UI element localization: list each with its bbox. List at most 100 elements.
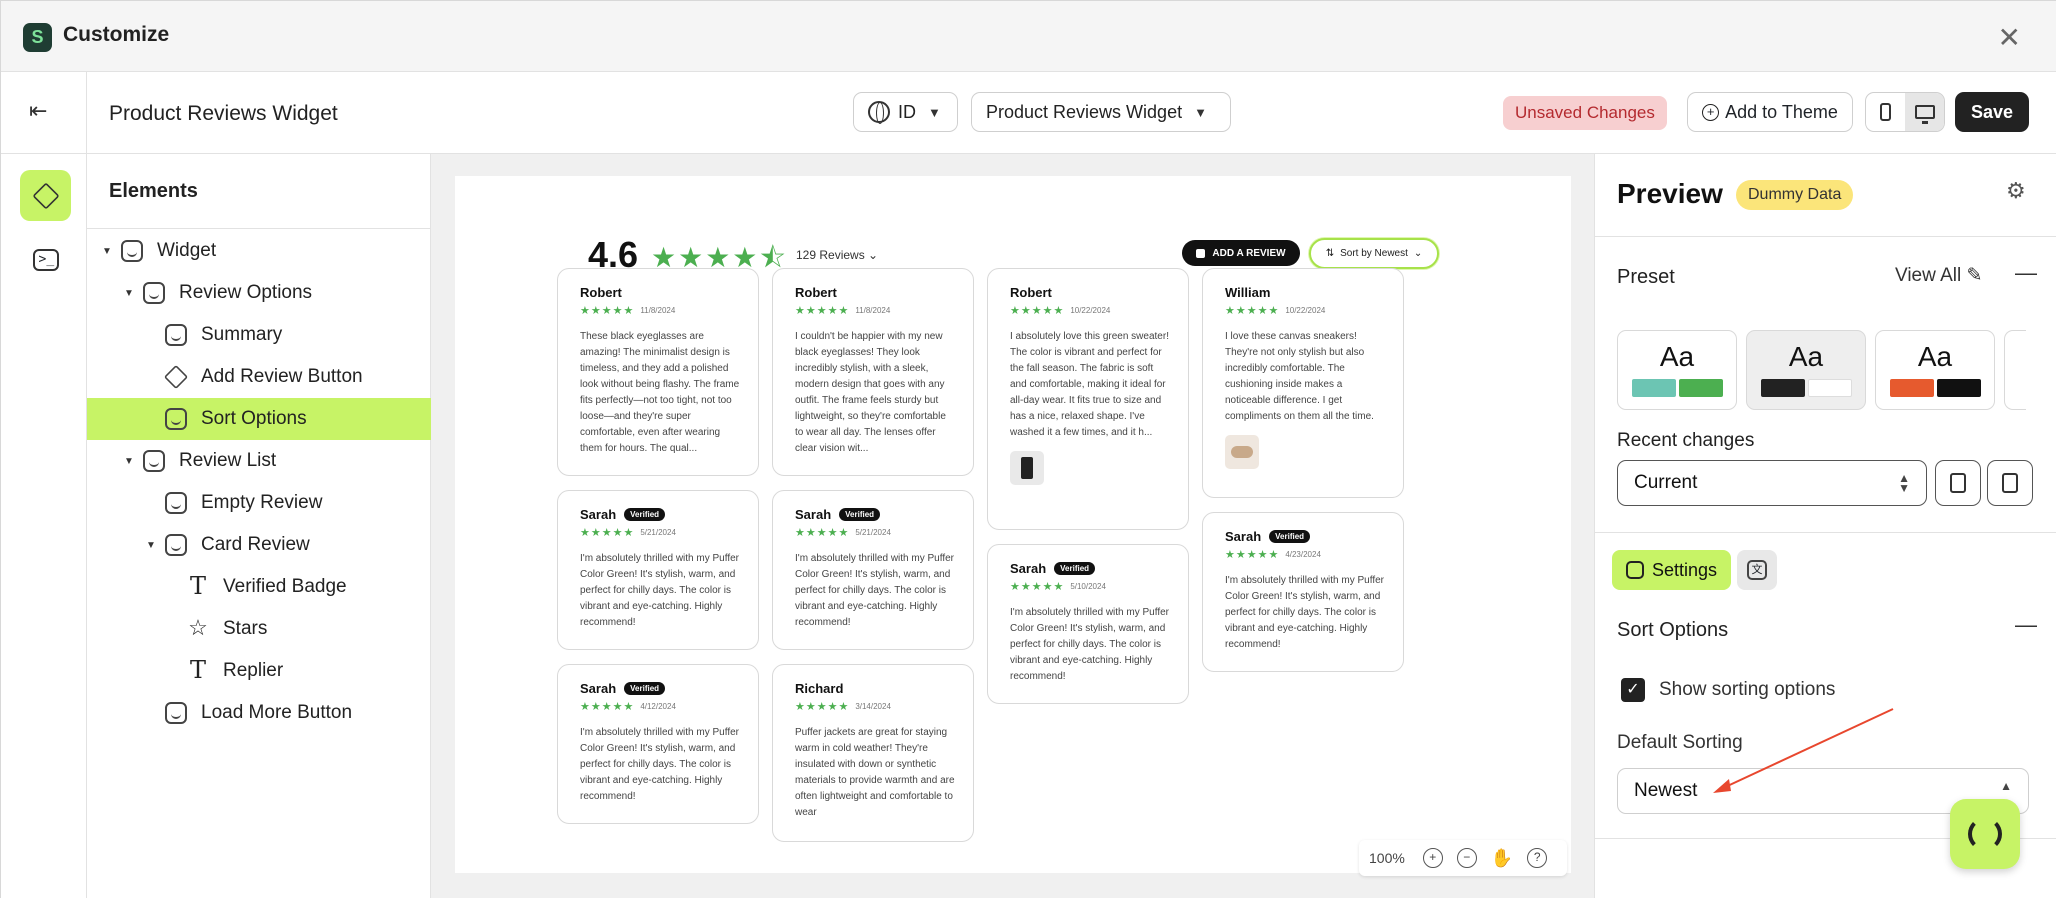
reviews-count[interactable]: 129 Reviews ⌄	[796, 248, 878, 262]
preset-card[interactable]: Aa	[1875, 330, 1995, 410]
tab-settings[interactable]: Settings	[1612, 550, 1732, 590]
tree-item-sort-options[interactable]: Sort Options	[87, 398, 431, 440]
show-sorting-checkbox-row[interactable]: ✓ Show sorting options	[1621, 678, 1835, 702]
tree-item-replier[interactable]: T Replier	[87, 650, 431, 692]
reviewer-name: Sarah	[1010, 561, 1047, 576]
recent-changes-value: Current	[1634, 472, 1698, 493]
preset-typography: Aa	[1788, 341, 1824, 372]
translate-icon: 文	[1747, 560, 1767, 580]
close-icon[interactable]: ✕	[1998, 21, 2021, 54]
tree-item-add-review-button[interactable]: Add Review Button	[87, 356, 431, 398]
preset-swatch	[1631, 379, 1676, 397]
refresh-fab[interactable]	[1950, 799, 2020, 869]
tab-translate[interactable]: 文	[1737, 550, 1777, 590]
caret-down-icon[interactable]: ▼	[123, 456, 135, 467]
mobile-view-button[interactable]	[1866, 93, 1905, 131]
zoom-out-icon[interactable]: −	[1456, 848, 1477, 868]
tree-item-verified-badge[interactable]: T Verified Badge	[87, 566, 431, 608]
section-icon	[165, 534, 187, 556]
text-icon: T	[189, 572, 206, 600]
add-to-theme-button[interactable]: + Add to Theme	[1687, 92, 1853, 132]
review-card: Sarah Verified ★★★★★ 4/23/2024 I'm absolut…	[1202, 512, 1404, 672]
collapse-preset-icon[interactable]: —	[2015, 260, 2037, 286]
hand-icon[interactable]: ✋	[1491, 848, 1513, 869]
sort-options-title: Sort Options	[1617, 619, 1729, 641]
checkbox-checked-icon[interactable]: ✓	[1621, 678, 1645, 702]
review-image[interactable]	[1225, 435, 1259, 469]
preset-card-partial[interactable]	[2004, 330, 2026, 410]
reviewer-name: Robert	[580, 285, 622, 300]
language-select-value: ID	[898, 101, 916, 122]
tree-item-empty-review[interactable]: Empty Review	[87, 482, 431, 524]
widget-select[interactable]: Product Reviews Widget ▼	[971, 92, 1231, 132]
preset-card[interactable]: Aa	[1617, 330, 1737, 410]
collapse-sort-icon[interactable]: —	[2015, 612, 2037, 638]
caret-down-icon[interactable]: ▼	[145, 540, 157, 551]
review-stars: ★★★★★	[1225, 305, 1280, 317]
export-button[interactable]	[1987, 460, 2033, 506]
review-stars: ★★★★★	[1225, 549, 1280, 561]
desktop-view-button[interactable]	[1905, 93, 1944, 131]
view-all-label: View All	[1895, 265, 1962, 286]
tree-item-card-review[interactable]: ▼ Card Review	[87, 524, 431, 566]
review-stars: ★★★★★	[795, 527, 850, 539]
review-stars: ★★★★★	[795, 305, 850, 317]
plus-circle-icon: +	[1702, 103, 1720, 121]
reviewer-name: Robert	[795, 285, 837, 300]
elements-rail-button[interactable]	[20, 170, 71, 221]
verified-badge: Verified	[1054, 562, 1096, 575]
code-rail-button[interactable]: >_	[20, 234, 71, 285]
review-date: 4/12/2024	[640, 702, 676, 711]
review-date: 5/21/2024	[640, 528, 676, 537]
zoom-in-icon[interactable]: +	[1422, 848, 1443, 868]
help-icon[interactable]: ?	[1527, 848, 1548, 868]
view-all-link[interactable]: View All ✎	[1895, 264, 1982, 287]
review-stars: ★★★★★	[795, 701, 850, 713]
save-button[interactable]: Save	[1955, 92, 2029, 132]
review-date: 5/10/2024	[1070, 582, 1106, 591]
tree-item-label: Sort Options	[201, 408, 307, 429]
caret-down-icon[interactable]: ▼	[101, 246, 113, 257]
tree-item-load-more-button[interactable]: Load More Button	[87, 692, 431, 734]
gear-icon[interactable]: ⚙	[2006, 178, 2026, 204]
tree-item-stars[interactable]: ☆ Stars	[87, 608, 431, 650]
sort-by-select[interactable]: ⇅ Sort by Newest ⌄	[1309, 238, 1439, 269]
review-body: I'm absolutely thrilled with my Puffer C…	[795, 553, 955, 628]
tree-item-review-list[interactable]: ▼ Review List	[87, 440, 431, 482]
review-image[interactable]	[1010, 451, 1044, 485]
review-date: 10/22/2024	[1070, 306, 1111, 315]
review-card: Robert ★★★★★ 11/8/2024 I couldn't be happ…	[772, 268, 974, 476]
terminal-icon: >_	[32, 248, 59, 271]
page-title: Product Reviews Widget	[109, 102, 338, 125]
import-button[interactable]	[1935, 460, 1981, 506]
preset-typography: Aa	[1917, 341, 1953, 372]
add-review-button[interactable]: ADD A REVIEW	[1182, 240, 1300, 266]
caret-down-icon[interactable]: ▼	[123, 288, 135, 299]
preview-canvas-area: 4.6 ★★★★⯪ 129 Reviews ⌄ ADD A REVIEW ⇅ S…	[431, 154, 1594, 898]
text-icon: T	[189, 656, 206, 684]
box-icon	[163, 364, 189, 390]
widget-select-value: Product Reviews Widget	[986, 101, 1183, 122]
tree-item-label: Widget	[157, 240, 217, 261]
tree-item-label: Stars	[223, 618, 268, 639]
review-card: Sarah Verified ★★★★★ 5/10/2024 I'm absolut…	[987, 544, 1189, 704]
review-body: I'm absolutely thrilled with my Puffer C…	[580, 553, 740, 628]
elements-divider	[87, 228, 431, 229]
preset-card[interactable]: Aa	[1746, 330, 1866, 410]
tree-item-widget[interactable]: ▼ Widget	[87, 230, 431, 272]
exit-icon[interactable]: ⇤	[29, 98, 55, 124]
review-stars: ★★★★★	[1010, 305, 1065, 317]
show-sorting-label: Show sorting options	[1659, 679, 1836, 700]
review-stars: ★★★★★	[1010, 581, 1065, 593]
sort-by-label: Sort by Newest	[1340, 248, 1408, 259]
preset-swatch	[1760, 379, 1805, 397]
preset-label: Preset	[1617, 266, 1675, 288]
language-select[interactable]: ID ▼	[853, 92, 958, 132]
preset-swatch	[1678, 379, 1723, 397]
default-sorting-value: Newest	[1634, 780, 1698, 801]
recent-changes-select[interactable]: Current ▲ ▼	[1617, 460, 1927, 506]
tree-item-review-options[interactable]: ▼ Review Options	[87, 272, 431, 314]
tree-item-summary[interactable]: Summary	[87, 314, 431, 356]
dummy-data-badge: Dummy Data	[1736, 180, 1854, 210]
edit-icon	[1196, 248, 1206, 258]
